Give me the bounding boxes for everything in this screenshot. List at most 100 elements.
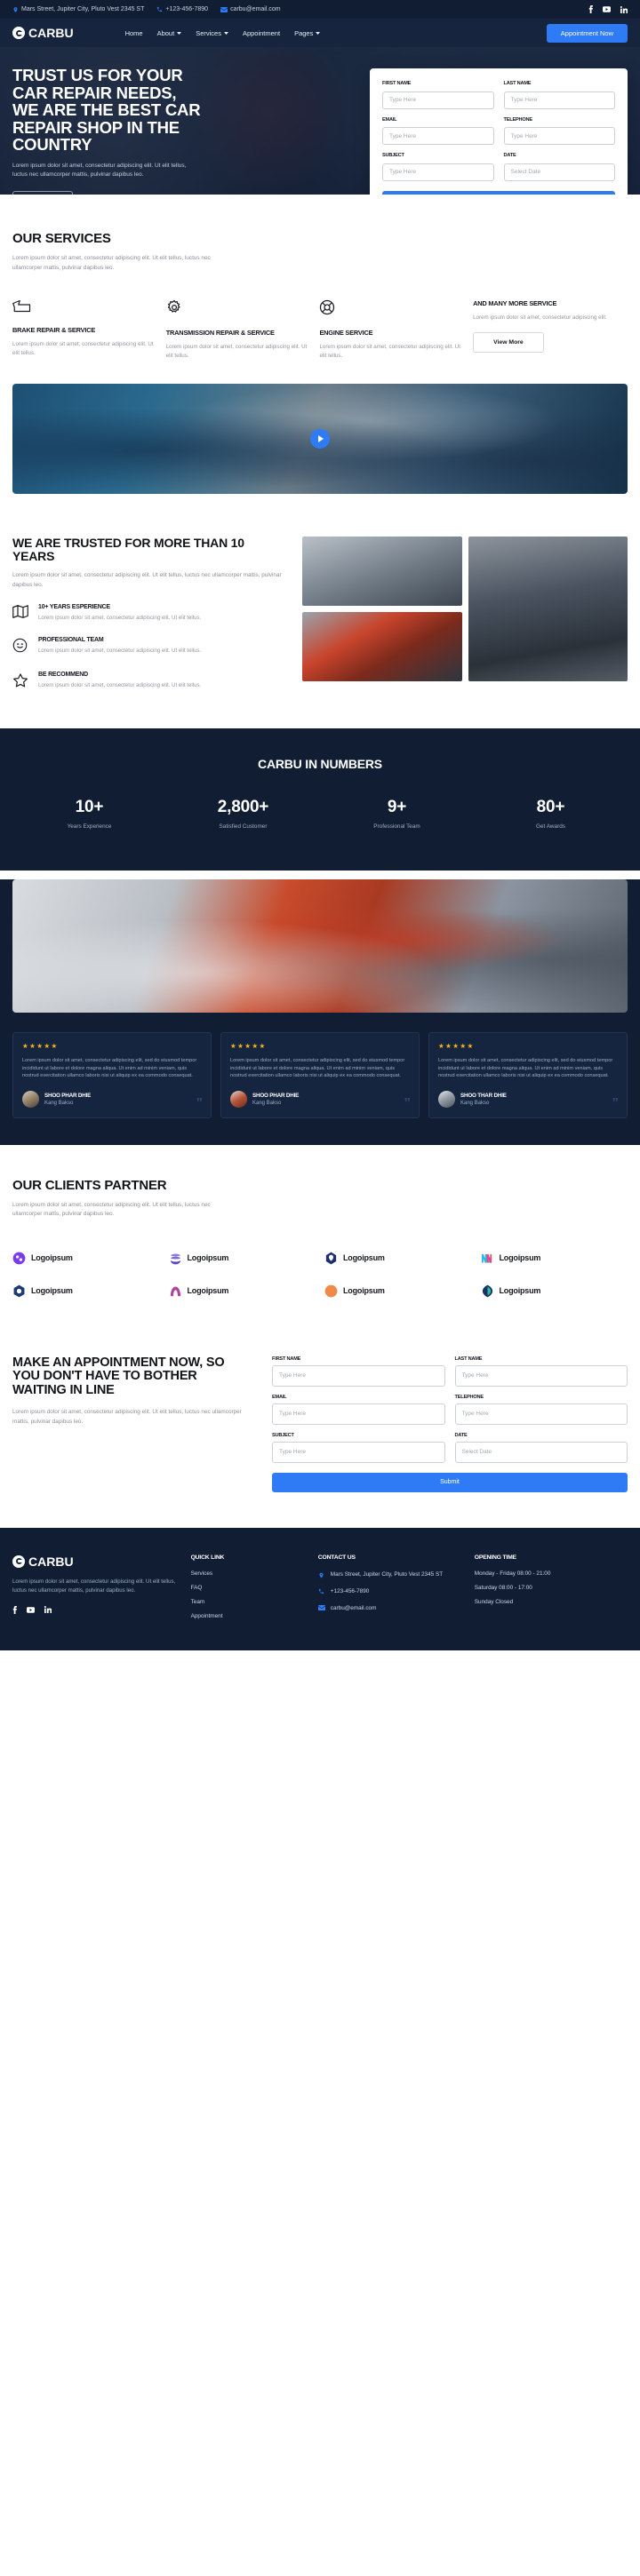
smile-icon: [12, 637, 30, 657]
email-input[interactable]: [382, 127, 494, 145]
topbar-address-text: Mars Street, Jupiter City, Pluto Vest 23…: [21, 6, 145, 12]
service-title: Transmission Repair & Service: [165, 329, 275, 337]
hero-appointment-form: First Name Last Name Email Telephone Sub…: [370, 68, 628, 195]
client-logo: Logoipsum: [324, 1284, 472, 1298]
rating-stars-icon: ★★★★★: [438, 1042, 475, 1050]
telephone-input[interactable]: [454, 1403, 628, 1425]
client-logo: Logoipsum: [169, 1284, 316, 1298]
appointment-submit-button[interactable]: Submit: [272, 1472, 628, 1492]
service-card-brake[interactable]: Brake Repair & Service Lorem ipsum dolor…: [12, 299, 154, 361]
first-name-input[interactable]: [382, 91, 494, 109]
view-more-button[interactable]: View More: [473, 332, 544, 353]
nav-item-pages[interactable]: Pages: [294, 28, 321, 37]
footer-brand[interactable]: CARBU: [12, 1554, 180, 1569]
field-date: Date: [503, 153, 615, 181]
testimonial-card: ★★★★★ Lorem ipsum dolor sit amet, consec…: [220, 1032, 420, 1118]
hero-submit-button[interactable]: Submit: [382, 190, 615, 195]
date-input[interactable]: [503, 163, 615, 181]
nav-menu: Home About Services Appointment Pages: [125, 29, 321, 37]
appointment-copy: Make An Appointment Now, So You Don't Ha…: [12, 1356, 254, 1492]
subject-input[interactable]: [382, 163, 494, 181]
first-name-input[interactable]: [272, 1364, 445, 1387]
field-label: Last Name: [454, 1356, 483, 1362]
logo-mark-icon: [13, 1284, 25, 1298]
footer-email[interactable]: carbu@email.com: [317, 1604, 464, 1613]
subject-input[interactable]: [272, 1441, 445, 1463]
youtube-icon[interactable]: [27, 1607, 35, 1613]
field-telephone: Telephone: [454, 1395, 628, 1425]
nav-label: Pages: [294, 28, 314, 37]
phone-icon: [318, 1587, 325, 1594]
appointment-title: Make An Appointment Now, So You Don't Ha…: [12, 1355, 225, 1397]
footer-link-faq[interactable]: FAQ: [191, 1585, 308, 1591]
linkedin-icon[interactable]: [44, 1606, 52, 1614]
opening-sunday: Sunday Closed: [474, 1598, 514, 1605]
trusted-title: We Are Trusted For More Than 10 Years: [12, 536, 244, 563]
facebook-icon[interactable]: [12, 1605, 17, 1614]
know-more-button[interactable]: Know More: [12, 190, 73, 195]
services-grid: Brake Repair & Service Lorem ipsum dolor…: [12, 299, 628, 361]
service-card-transmission[interactable]: Transmission Repair & Service Lorem ipsu…: [166, 299, 308, 361]
chevron-down-icon: [177, 31, 182, 35]
testimonial-text: Lorem ipsum dolor sit amet, consectetur …: [230, 1058, 405, 1079]
footer-link-appointment[interactable]: Appointment: [191, 1613, 308, 1619]
last-name-input[interactable]: [503, 91, 615, 109]
linkedin-icon[interactable]: [620, 5, 628, 13]
field-subject: Subject: [382, 153, 494, 181]
envelope-icon: [317, 1604, 325, 1610]
clients-description: Lorem ipsum dolor sit amet, consectetur …: [12, 1201, 211, 1218]
logo-text: Logoipsum: [343, 1253, 385, 1263]
topbar-address: Mars Street, Jupiter City, Pluto Vest 23…: [12, 6, 144, 13]
nav-item-appointment[interactable]: Appointment: [243, 29, 280, 37]
footer-contact-col: Contact Us Mars Street, Jupiter City, Pl…: [317, 1554, 464, 1627]
facebook-icon[interactable]: [588, 5, 593, 13]
nav-label: Services: [196, 28, 221, 37]
client-logo: Logoipsum: [481, 1284, 628, 1298]
nav-item-services[interactable]: Services: [196, 29, 228, 37]
quick-link-heading: Quick Link: [190, 1554, 225, 1561]
service-card-engine[interactable]: Engine Service Lorem ipsum dolor sit ame…: [319, 299, 460, 361]
carbu-logo-icon: [12, 27, 25, 39]
location-pin-icon: [12, 6, 19, 13]
client-logo: Logoipsum: [169, 1252, 316, 1265]
opening-time-heading: Opening Time: [474, 1554, 516, 1561]
services-description: Lorem ipsum dolor sit amet, consectetur …: [12, 255, 211, 271]
appointment-section: Make An Appointment Now, So You Don't Ha…: [0, 1333, 640, 1528]
last-name-input[interactable]: [454, 1364, 628, 1387]
rating-stars-icon: ★★★★★: [230, 1042, 267, 1050]
topbar-phone[interactable]: +123-456-7890: [156, 6, 208, 12]
envelope-icon: [220, 6, 228, 12]
field-label: Date: [454, 1432, 468, 1438]
stat-label: Years Experience: [67, 823, 112, 830]
footer-opening-col: Opening Time Monday - Friday 08:00 - 21:…: [475, 1554, 628, 1627]
date-input[interactable]: [454, 1441, 628, 1463]
footer-link-team[interactable]: Team: [191, 1599, 308, 1605]
youtube-icon[interactable]: [603, 6, 611, 12]
hero-section: Trust Us For Your Car Repair Needs, We A…: [0, 47, 640, 195]
topbar-email[interactable]: carbu@email.com: [220, 6, 281, 12]
trusted-section: We Are Trusted For More Than 10 Years Lo…: [0, 494, 640, 728]
trusted-photo-grid: [302, 537, 628, 693]
author-role: Kang Bakso: [252, 1100, 282, 1106]
play-button-icon[interactable]: [310, 429, 330, 449]
appointment-now-button[interactable]: Appointment Now: [546, 23, 628, 43]
footer-brand-col: CARBU Lorem ipsum dolor sit amet, consec…: [12, 1554, 180, 1627]
chevron-down-icon: [223, 31, 228, 35]
rating-stars-icon: ★★★★★: [22, 1042, 59, 1050]
telephone-input[interactable]: [503, 127, 615, 145]
map-icon: [12, 604, 30, 623]
testimonial-text: Lorem ipsum dolor sit amet, consectetur …: [22, 1058, 197, 1079]
brand-logo-link[interactable]: CARBU: [12, 26, 74, 40]
footer-address-text: Mars Street, Jupiter City, Pluto Vest 23…: [330, 1570, 444, 1578]
email-input[interactable]: [272, 1403, 445, 1425]
logo-mark-icon: [324, 1284, 338, 1298]
nav-item-home[interactable]: Home: [125, 29, 143, 37]
quote-icon: ”: [612, 1094, 620, 1110]
logo-text: Logoipsum: [187, 1253, 229, 1263]
footer-link-services[interactable]: Services: [191, 1570, 308, 1577]
services-section: Our Services Lorem ipsum dolor sit amet,…: [0, 195, 640, 384]
nav-item-about[interactable]: About: [157, 29, 182, 37]
testimonial-author: Shoo Thar Dhie Kang Bakso: [438, 1090, 618, 1108]
chevron-down-icon: [316, 31, 321, 35]
footer-phone[interactable]: +123-456-7890: [318, 1587, 464, 1596]
